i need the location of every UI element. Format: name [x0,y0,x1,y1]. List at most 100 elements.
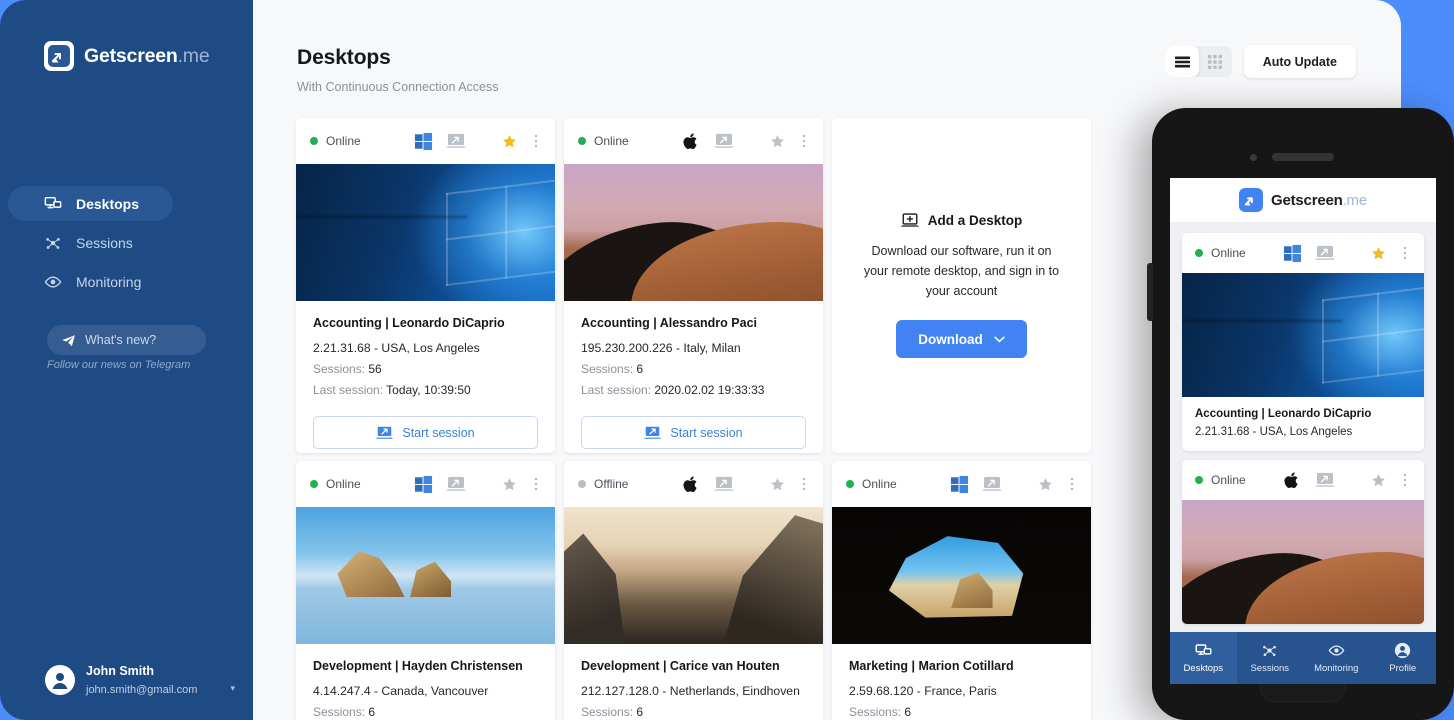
user-avatar-icon [46,666,74,694]
star-icon[interactable] [770,134,785,149]
phone-nav-label: Sessions [1250,663,1290,674]
star-icon[interactable] [1371,246,1386,261]
arrow-screen-icon [1239,188,1263,212]
star-icon[interactable] [502,134,517,149]
card-body: Accounting | Alessandro Paci 195.230.200.… [564,301,823,398]
list-view-button[interactable] [1165,46,1199,77]
card-header: Online [296,118,555,164]
star-icon[interactable] [770,477,785,492]
add-desktop-title: Add a Desktop [927,213,1023,228]
status-dot [310,137,318,145]
card-sessions: Sessions: 56 [313,362,382,376]
apple-logo-icon [1284,471,1298,488]
more-vertical-icon[interactable] [529,134,543,148]
brand-logo[interactable]: Getscreen.me [0,0,253,71]
start-session-icon [644,426,662,439]
whats-new-button[interactable]: What's new? [47,325,206,355]
more-vertical-icon[interactable] [797,477,811,491]
phone-nav-item-profile[interactable]: Profile [1370,632,1437,684]
star-icon[interactable] [1371,473,1386,488]
card-header: Online [564,118,823,164]
desktop-card[interactable]: Online Marketing | Marion Cotillard 2.59.6… [832,461,1091,720]
card-title: Development | Carice van Houten [581,659,780,673]
phone-nav-item-monitoring[interactable]: Monitoring [1303,632,1370,684]
phone-desktop-thumbnail[interactable] [1182,500,1424,624]
card-sessions: Sessions: 6 [581,705,644,719]
grid-view-icon [1208,54,1223,69]
user-profile[interactable]: John Smith john.smith@gmail.com ▾ [45,662,235,698]
windows-logo-icon [950,475,969,493]
status-dot [1195,476,1203,484]
telegram-icon [62,334,75,346]
download-button[interactable]: Download [896,320,1027,358]
avatar [45,665,75,695]
card-body: Development | Carice van Houten 212.127.1… [564,644,823,720]
grid-view-button[interactable] [1199,46,1232,77]
phone-desktop-card[interactable]: Online Accounting | Leonardo DiCaprio 2.21… [1182,233,1424,451]
more-vertical-icon[interactable] [1398,246,1412,260]
sidebar-item-sessions[interactable]: Sessions [8,225,198,260]
phone-nav-item-sessions[interactable]: Sessions [1237,632,1304,684]
more-vertical-icon[interactable] [1398,473,1412,487]
desktop-thumbnail[interactable] [832,507,1091,644]
desktop-thumbnail[interactable] [564,164,823,301]
desktop-thumbnail[interactable] [564,507,823,644]
app-root: Getscreen.me Desktops Sessions Monitorin… [0,0,1454,720]
add-desktop-description: Download our software, run it on your re… [863,244,1060,298]
start-session-label: Start session [670,425,743,440]
card-title: Accounting | Alessandro Paci [581,316,757,330]
more-vertical-icon[interactable] [1065,477,1079,491]
desktop-thumbnail[interactable] [296,164,555,301]
sidebar-item-desktops[interactable]: Desktops [8,186,173,221]
more-vertical-icon[interactable] [529,477,543,491]
card-header: Offline [564,461,823,507]
card-body: Accounting | Leonardo DiCaprio 2.21.31.68… [296,301,555,398]
sessions-icon [46,237,60,249]
add-desktop-card: Add a Desktop Download our software, run … [832,118,1091,453]
card-title: Marketing | Marion Cotillard [849,659,1014,673]
auto-update-button[interactable]: Auto Update [1243,45,1356,78]
remote-screen-icon [714,133,734,148]
phone-nav-item-desktops[interactable]: Desktops [1170,632,1237,684]
phone-side-button [1147,263,1153,321]
view-toggle [1165,46,1232,77]
status-label: Online [1211,473,1246,487]
phone-desktop-card[interactable]: Online [1182,460,1424,624]
status-label: Online [326,477,361,491]
card-ip-location: 2.21.31.68 - USA, Los Angeles [313,341,480,355]
start-session-button[interactable]: Start session [581,416,806,449]
phone-desktop-thumbnail[interactable] [1182,273,1424,397]
sidebar-nav: Desktops Sessions Monitoring [0,186,253,299]
card-ip-location: 2.59.68.120 - France, Paris [849,684,997,698]
desktops-icon [1195,644,1212,656]
phone-nav-label: Desktops [1183,663,1224,674]
star-icon[interactable] [1038,477,1053,492]
desktop-card[interactable]: Online Development | Hayden Christensen 4.… [296,461,555,720]
phone-appbar: Getscreen.me [1170,178,1436,223]
desktop-card[interactable]: Online Accounting | Alessandro Paci 195.23… [564,118,823,453]
more-vertical-icon[interactable] [797,134,811,148]
windows-logo-icon [414,475,433,493]
add-desktop-title-row: Add a Desktop [900,213,1023,228]
phone-bottom-nav: Desktops Sessions Monitoring Profile [1170,632,1436,684]
desktop-card[interactable]: Online Accounting | Leonardo DiCaprio 2.21… [296,118,555,453]
download-label: Download [918,331,983,347]
whats-new-label: What's new? [85,333,157,347]
desktop-grid: Online Accounting | Leonardo DiCaprio 2.21… [296,118,1091,720]
eye-icon [1328,645,1345,656]
remote-screen-icon [982,476,1002,491]
windows-logo-icon [414,132,433,150]
chevron-down-icon[interactable]: ▾ [230,683,235,694]
phone-camera [1250,154,1257,161]
desktop-card[interactable]: Offline Development | Carice van Houten 21… [564,461,823,720]
start-session-button[interactable]: Start session [313,416,538,449]
desktop-thumbnail[interactable] [296,507,555,644]
status-label: Online [594,134,629,148]
status-label: Online [862,477,897,491]
star-icon[interactable] [502,477,517,492]
start-session-label: Start session [402,425,475,440]
sidebar-item-monitoring[interactable]: Monitoring [8,264,198,299]
profile-icon [1395,642,1411,659]
desktops-icon [44,196,62,208]
page-title: Desktops [297,46,391,69]
